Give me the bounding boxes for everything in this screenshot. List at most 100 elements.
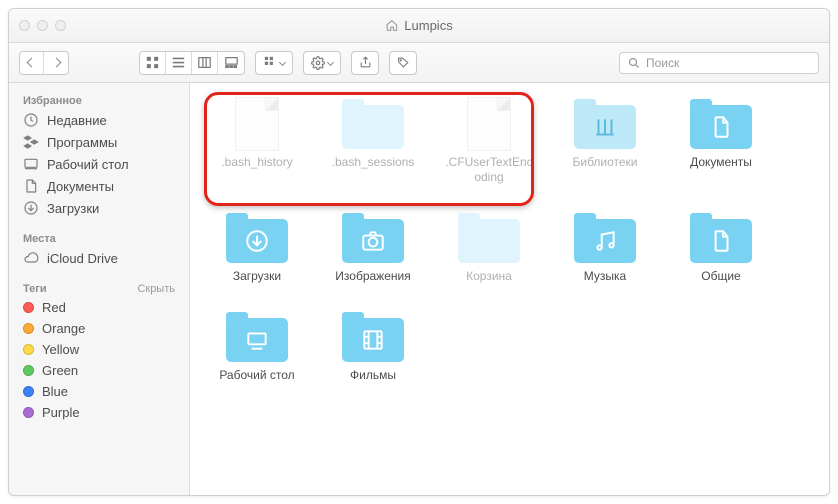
folder-icon: [458, 211, 520, 263]
sidebar-item-desktop[interactable]: Рабочий стол: [9, 153, 189, 175]
sidebar-item-label: Green: [42, 363, 78, 378]
file-item-label: Загрузки: [233, 269, 281, 284]
action-menu[interactable]: [303, 51, 341, 75]
tags-hide-button[interactable]: Скрыть: [137, 283, 175, 295]
sidebar-item-label: Red: [42, 300, 66, 315]
tag-dot-icon: [23, 407, 34, 418]
clock-icon: [23, 112, 39, 128]
documents-icon: [23, 178, 39, 194]
search-icon: [628, 57, 640, 69]
tag-dot-icon: [23, 365, 34, 376]
zoom-button[interactable]: [55, 20, 66, 31]
file-item-label: Документы: [690, 155, 752, 170]
sidebar-tag-purple[interactable]: Purple: [9, 402, 189, 423]
finder-window: Lumpics Поиск: [8, 8, 830, 496]
minimize-button[interactable]: [37, 20, 48, 31]
sidebar-item-label: Программы: [47, 135, 117, 150]
folder-icon: [342, 211, 404, 263]
file-item-label: Музыка: [584, 269, 626, 284]
sidebar-item-label: Документы: [47, 179, 114, 194]
file-item-label: .CFUserTextEncoding: [442, 155, 536, 185]
window-title-text: Lumpics: [404, 18, 452, 33]
sidebar-item-label: Purple: [42, 405, 80, 420]
tags-button[interactable]: [389, 51, 417, 75]
folder-icon: [342, 97, 404, 149]
sidebar-item-label: Загрузки: [47, 201, 99, 216]
cloud-icon: [23, 250, 39, 266]
sidebar-item-documents[interactable]: Документы: [9, 175, 189, 197]
folder-icon: [690, 211, 752, 263]
sidebar-item-label: Рабочий стол: [47, 157, 129, 172]
arrange-menu[interactable]: [255, 51, 293, 75]
forward-button[interactable]: [44, 52, 68, 74]
window-controls: [19, 20, 66, 31]
sidebar-item-icloud[interactable]: iCloud Drive: [9, 247, 189, 269]
list-view-button[interactable]: [166, 52, 192, 74]
search-placeholder: Поиск: [646, 56, 679, 70]
file-item[interactable]: Общие: [674, 211, 768, 284]
search-input[interactable]: Поиск: [619, 52, 819, 74]
file-item-label: .bash_sessions: [332, 155, 415, 170]
file-item[interactable]: Загрузки: [210, 211, 304, 284]
file-icon: [226, 97, 288, 149]
file-item[interactable]: Изображения: [326, 211, 420, 284]
nav-back-forward: [19, 51, 69, 75]
file-item[interactable]: Библиотеки: [558, 97, 652, 185]
back-button[interactable]: [20, 52, 44, 74]
file-icon: [458, 97, 520, 149]
icon-view-button[interactable]: [140, 52, 166, 74]
downloads-icon: [23, 200, 39, 216]
file-item-label: Библиотеки: [572, 155, 637, 170]
file-item[interactable]: .bash_sessions: [326, 97, 420, 185]
column-view-button[interactable]: [192, 52, 218, 74]
close-button[interactable]: [19, 20, 30, 31]
home-icon: [385, 19, 398, 32]
toolbar: Поиск: [9, 43, 829, 83]
folder-icon: [226, 211, 288, 263]
file-item-label: Изображения: [335, 269, 410, 284]
sidebar-item-apps[interactable]: Программы: [9, 131, 189, 153]
file-item[interactable]: Рабочий стол: [210, 310, 304, 383]
sidebar-tag-blue[interactable]: Blue: [9, 381, 189, 402]
tag-dot-icon: [23, 344, 34, 355]
file-item[interactable]: .CFUserTextEncoding: [442, 97, 536, 185]
folder-icon: [574, 211, 636, 263]
folder-icon: [574, 97, 636, 149]
sidebar-item-label: Orange: [42, 321, 85, 336]
sidebar-item-label: Недавние: [47, 113, 107, 128]
file-item[interactable]: Фильмы: [326, 310, 420, 383]
sidebar-item-label: Yellow: [42, 342, 79, 357]
sidebar-tag-green[interactable]: Green: [9, 360, 189, 381]
sidebar: Избранное Недавние Программы Рабочий стол Д…: [9, 83, 190, 495]
sidebar-tag-yellow[interactable]: Yellow: [9, 339, 189, 360]
sidebar-favorites-header: Избранное: [9, 91, 189, 109]
tag-dot-icon: [23, 386, 34, 397]
folder-icon: [226, 310, 288, 362]
folder-icon: [690, 97, 752, 149]
tag-dot-icon: [23, 302, 34, 313]
view-mode-group: [139, 51, 245, 75]
file-item[interactable]: .bash_history: [210, 97, 304, 185]
gallery-view-button[interactable]: [218, 52, 244, 74]
file-item-label: Рабочий стол: [219, 368, 294, 383]
sidebar-item-label: iCloud Drive: [47, 251, 118, 266]
file-item[interactable]: Корзина: [442, 211, 536, 284]
folder-icon: [342, 310, 404, 362]
sidebar-item-label: Blue: [42, 384, 68, 399]
sidebar-locations-header: Места: [9, 229, 189, 247]
file-item[interactable]: Документы: [674, 97, 768, 185]
sidebar-item-downloads[interactable]: Загрузки: [9, 197, 189, 219]
sidebar-tags-header: Теги Скрыть: [9, 279, 189, 297]
file-item-label: .bash_history: [221, 155, 292, 170]
file-item[interactable]: Музыка: [558, 211, 652, 284]
share-button[interactable]: [351, 51, 379, 75]
file-item-label: Фильмы: [350, 368, 396, 383]
desktop-icon: [23, 156, 39, 172]
sidebar-tag-orange[interactable]: Orange: [9, 318, 189, 339]
sidebar-tag-red[interactable]: Red: [9, 297, 189, 318]
window-title: Lumpics: [385, 18, 452, 33]
content-area: .bash_history .bash_sessions .CFUserTextEn…: [190, 83, 829, 495]
apps-icon: [23, 134, 39, 150]
sidebar-item-clock[interactable]: Недавние: [9, 109, 189, 131]
titlebar: Lumpics: [9, 9, 829, 43]
